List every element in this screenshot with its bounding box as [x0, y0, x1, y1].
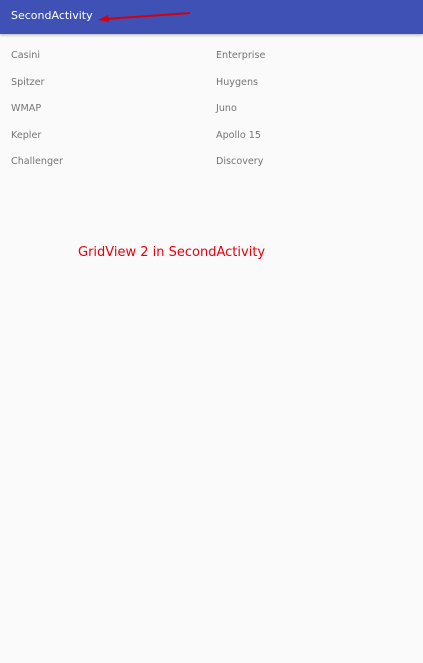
grid-item[interactable]: Enterprise [216, 50, 265, 61]
grid-view: Casini Enterprise Spitzer Huygens WMAP Juno Ke… [0, 43, 423, 176]
grid-item[interactable]: Spitzer [11, 77, 45, 88]
grid-item[interactable]: Discovery [216, 156, 263, 167]
grid-row: Kepler Apollo 15 [0, 123, 423, 150]
grid-row: Casini Enterprise [0, 43, 423, 70]
app-bar: SecondActivity [0, 0, 423, 34]
grid-item[interactable]: Casini [11, 50, 40, 61]
grid-item[interactable]: Juno [216, 103, 237, 114]
annotation-label: GridView 2 in SecondActivity [78, 245, 266, 260]
grid-item[interactable]: WMAP [11, 103, 41, 114]
grid-item[interactable]: Apollo 15 [216, 130, 261, 141]
grid-item[interactable]: Kepler [11, 130, 41, 141]
grid-item[interactable]: Challenger [11, 156, 63, 167]
app-title: SecondActivity [11, 9, 93, 22]
grid-row: Challenger Discovery [0, 149, 423, 176]
grid-row: WMAP Juno [0, 96, 423, 123]
grid-item[interactable]: Huygens [216, 77, 258, 88]
grid-row: Spitzer Huygens [0, 70, 423, 97]
annotation-arrow [98, 12, 191, 22]
